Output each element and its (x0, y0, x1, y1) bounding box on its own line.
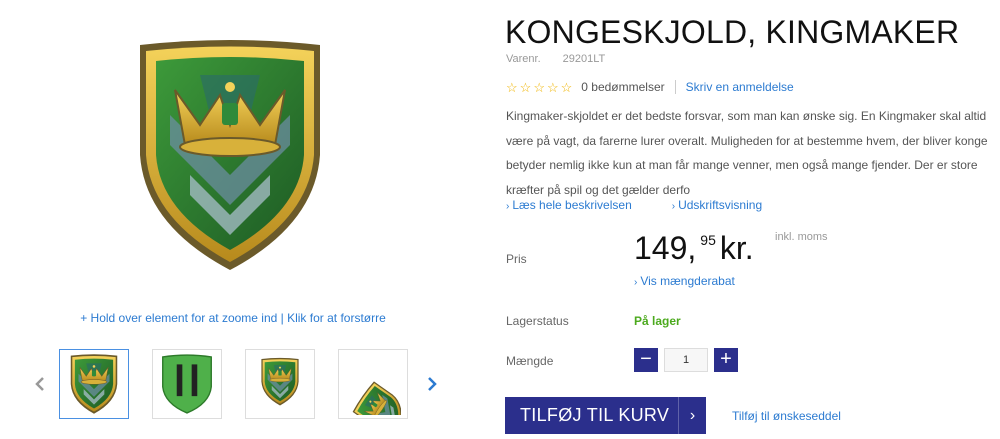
thumbnail-shield-small[interactable] (245, 349, 315, 419)
star-icon: ☆ (506, 79, 518, 95)
price: 149, 95 kr. (634, 230, 754, 267)
thumbnail-strip (30, 348, 442, 420)
stock-status: På lager (634, 314, 681, 328)
quantity-input[interactable] (664, 348, 708, 372)
description-links: › Læs hele beskrivelsen › Udskriftsvisning (506, 198, 762, 212)
chevron-right-icon[interactable] (422, 374, 442, 394)
chevron-left-icon[interactable] (30, 374, 50, 394)
chevron-right-icon: › (634, 277, 638, 288)
chevron-right-icon: › (506, 201, 510, 212)
rating-row: ☆ ☆ ☆ ☆ ☆ 0 bedømmelser Skriv en anmelde… (506, 80, 794, 94)
stock-label: Lagerstatus (506, 314, 569, 328)
rating-count: 0 bedømmelser (581, 80, 665, 94)
price-decimals: 95 (700, 232, 716, 248)
star-icon: ☆ (546, 79, 559, 95)
price-currency: kr. (719, 230, 754, 266)
vat-note: inkl. moms (775, 231, 828, 243)
chevron-right-icon: › (671, 201, 676, 212)
thumbnail-shield-front[interactable] (59, 349, 129, 419)
main-product-image[interactable] (130, 35, 330, 275)
thumbnail-shield-back[interactable] (152, 349, 222, 419)
rating-stars[interactable]: ☆ ☆ ☆ ☆ ☆ (506, 81, 572, 94)
quantity-stepper: − + (634, 348, 738, 372)
price-integer: 149, (634, 230, 697, 266)
quantity-label: Mængde (506, 354, 554, 368)
chevron-right-icon: › (678, 397, 706, 434)
decrease-quantity-button[interactable]: − (634, 348, 658, 372)
star-icon: ☆ (560, 79, 573, 95)
star-icon: ☆ (519, 79, 532, 95)
price-label: Pris (506, 252, 527, 266)
add-to-cart-label: TILFØJ TIL KURV (520, 405, 670, 425)
sku-label: Varenr. (506, 53, 541, 65)
product-title: KONGESKJOLD, KINGMAKER (505, 14, 960, 50)
star-icon: ☆ (533, 79, 545, 95)
increase-quantity-button[interactable]: + (714, 348, 738, 372)
sku-number: 29201LT (562, 53, 606, 65)
read-more-link[interactable]: › Læs hele beskrivelsen (506, 198, 632, 212)
quantity-discount-link[interactable]: › Vis mængderabat (634, 274, 735, 288)
sku-line: Varenr. 29201LT (506, 53, 605, 65)
add-to-cart-button[interactable]: TILFØJ TIL KURV › (505, 397, 706, 434)
thumbnail-shield-angled[interactable] (338, 349, 408, 419)
product-description: Kingmaker-skjoldet er det bedste forsvar… (506, 109, 988, 197)
divider (674, 80, 676, 94)
write-review-link[interactable]: Skriv en anmeldelse (686, 80, 794, 94)
add-to-wishlist-link[interactable]: Tilføj til ønskeseddel (732, 409, 841, 423)
print-view-link[interactable]: › Udskriftsvisning (672, 198, 762, 212)
zoom-hint: + Hold over element for at zoome ind | K… (80, 311, 386, 325)
